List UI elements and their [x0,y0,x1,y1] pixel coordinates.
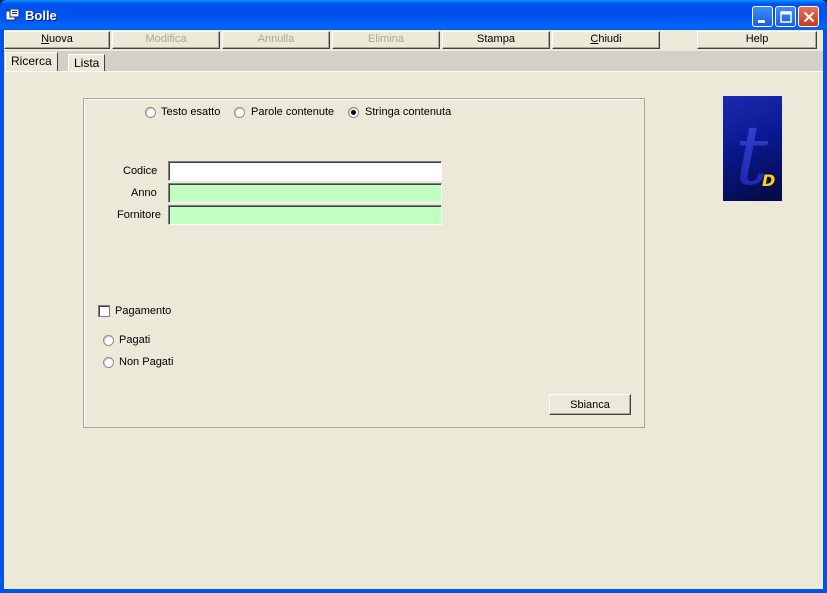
app-icon [6,9,20,21]
window-title: Bolle [25,8,57,23]
radio-parole-contenute[interactable] [234,107,245,118]
toolbar: Nuova Modifica Annulla Elimina Stampa Ch… [4,30,823,51]
radio-testo-esatto-label: Testo esatto [161,106,221,118]
codice-label: Codice [123,165,158,177]
elimina-button[interactable]: Elimina [332,31,440,49]
minimize-icon [758,20,765,23]
anno-label: Anno [131,187,157,199]
radio-non-pagati-label: Non Pagati [119,356,174,368]
title-bar[interactable]: Bolle [0,0,827,30]
pagamento-label: Pagamento [115,305,172,317]
tab-strip: Ricerca Lista [4,51,823,72]
tab-lista[interactable]: Lista [68,54,106,72]
radio-non-pagati[interactable] [103,357,114,368]
anno-field[interactable] [168,183,442,203]
codice-field[interactable] [168,161,442,181]
nuova-button[interactable]: Nuova [4,31,110,49]
radio-stringa-contenuta-label: Stringa contenuta [365,106,452,118]
fornitore-field[interactable] [168,205,442,225]
radio-pagati-label: Pagati [119,334,151,346]
radio-selected-dot [351,110,356,115]
maximize-button[interactable] [775,6,796,27]
search-panel: Testo esatto Parole contenute Stringa co… [83,98,645,428]
company-logo: t D [723,96,782,204]
fornitore-label: Fornitore [117,209,162,221]
maximize-icon [780,11,792,23]
app-window: Bolle Nuova Modifica Annulla Elimina Sta… [0,0,827,593]
radio-stringa-contenuta[interactable] [348,107,359,118]
tab-ricerca[interactable]: Ricerca [5,52,58,72]
radio-pagati[interactable] [103,335,114,346]
chiudi-button[interactable]: Chiudi [552,31,660,49]
annulla-button[interactable]: Annulla [222,31,330,49]
tab-divider [4,71,823,72]
close-icon [803,11,815,23]
radio-testo-esatto[interactable] [145,107,156,118]
logo-mark: D [762,171,775,190]
pagamento-checkbox[interactable] [98,305,110,317]
close-button[interactable] [798,6,819,27]
logo-icon: t D [735,109,775,204]
help-button[interactable]: Help [697,31,817,49]
minimize-button[interactable] [752,6,773,27]
modifica-button[interactable]: Modifica [112,31,220,49]
stampa-button[interactable]: Stampa [442,31,550,49]
radio-parole-contenute-label: Parole contenute [251,106,335,118]
sbianca-button[interactable]: Sbianca [549,394,631,415]
client-area: Nuova Modifica Annulla Elimina Stampa Ch… [4,30,823,589]
